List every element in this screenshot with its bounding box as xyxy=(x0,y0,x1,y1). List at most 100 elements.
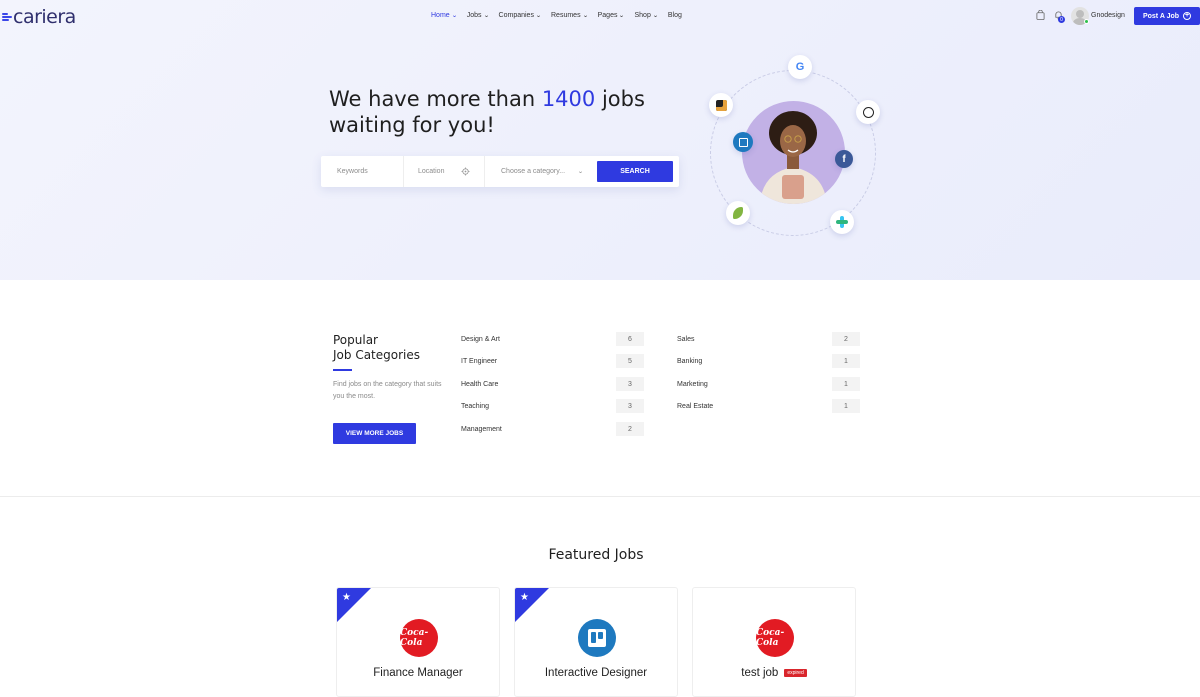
envato-icon xyxy=(726,201,750,225)
chevron-down-icon: ⌄ xyxy=(652,13,659,19)
categories-title-line1: Popular xyxy=(333,333,378,347)
category-count: 1 xyxy=(832,377,860,391)
title-underline xyxy=(333,369,352,371)
post-job-label: Post A Job xyxy=(1142,12,1180,20)
trello-logo xyxy=(578,619,616,657)
facebook-icon: f xyxy=(835,150,853,168)
notification-count-badge: 0 xyxy=(1058,16,1065,23)
categories-title: Popular Job Categories xyxy=(333,333,420,363)
expired-badge: expired xyxy=(784,669,807,677)
logo-text: cariera xyxy=(13,6,76,28)
site-header: cariera Home ⌄ Jobs ⌄ Companies ⌄ Resumes ⌄ … xyxy=(0,0,1200,32)
job-search-form: Keywords Location Choose a category... ⌄… xyxy=(321,156,679,187)
nav-label: Pages xyxy=(597,12,618,19)
nav-label: Jobs xyxy=(466,12,482,19)
star-icon: ★ xyxy=(520,592,529,603)
category-count: 2 xyxy=(616,422,644,436)
chevron-down-icon: ⌄ xyxy=(451,13,458,19)
job-card[interactable]: ★ Coca-Cola Finance Manager xyxy=(336,587,500,697)
category-count: 3 xyxy=(616,399,644,413)
chevron-down-icon: ⌄ xyxy=(618,13,626,19)
category-name: Management xyxy=(461,425,502,433)
location-placeholder: Location xyxy=(418,168,445,175)
locate-target-icon[interactable] xyxy=(461,167,470,176)
job-card[interactable]: ★ Interactive Designer xyxy=(514,587,678,697)
category-name: Real Estate xyxy=(677,402,714,410)
hero-job-count: 1400 xyxy=(541,87,596,111)
main-nav: Home ⌄ Jobs ⌄ Companies ⌄ Resumes ⌄ Pages ⌄ S… xyxy=(431,12,682,19)
job-title-text: Interactive Designer xyxy=(544,667,648,679)
logo[interactable]: cariera xyxy=(2,6,76,28)
nav-item-shop[interactable]: Shop ⌄ xyxy=(634,12,659,19)
hero-title-prefix: We have more than xyxy=(329,87,536,111)
nav-item-jobs[interactable]: Jobs ⌄ xyxy=(467,12,489,19)
github-icon xyxy=(856,100,880,124)
featured-jobs-title: Featured Jobs xyxy=(548,547,644,563)
category-count: 6 xyxy=(616,332,644,346)
online-status-dot xyxy=(1084,19,1089,24)
chevron-down-icon: ⌄ xyxy=(483,13,490,19)
category-item[interactable]: IT Engineer 5 xyxy=(461,354,644,368)
category-placeholder: Choose a category... xyxy=(501,168,566,175)
username[interactable]: Gnodesign xyxy=(1091,12,1125,19)
category-name: Marketing xyxy=(677,380,708,388)
plus-circle-icon: + xyxy=(1183,12,1192,20)
google-icon: G xyxy=(788,55,812,79)
category-item[interactable]: Sales 2 xyxy=(677,332,860,346)
hero-title-line2: waiting for you! xyxy=(329,113,495,137)
category-count: 1 xyxy=(832,354,860,368)
view-more-jobs-button[interactable]: VIEW MORE JOBS xyxy=(333,423,416,444)
trello-icon xyxy=(733,132,753,152)
job-title: Interactive Designer xyxy=(515,667,677,679)
keywords-placeholder: Keywords xyxy=(337,168,368,175)
category-item[interactable]: Health Care 3 xyxy=(461,377,644,391)
cart-icon[interactable] xyxy=(1036,10,1045,20)
category-item[interactable]: Real Estate 1 xyxy=(677,399,860,413)
category-select[interactable]: Choose a category... ⌄ xyxy=(485,156,597,187)
hero-portrait-image xyxy=(742,101,845,204)
category-name: Health Care xyxy=(461,380,499,388)
coca-cola-logo: Coca-Cola xyxy=(756,619,794,657)
category-item[interactable]: Teaching 3 xyxy=(461,399,644,413)
location-input[interactable]: Location xyxy=(404,156,485,187)
nav-label: Shop xyxy=(634,12,651,19)
chevron-down-icon: ⌄ xyxy=(535,13,542,19)
slack-icon xyxy=(830,210,854,234)
search-button[interactable]: SEARCH xyxy=(597,161,673,182)
category-item[interactable]: Management 2 xyxy=(461,422,644,436)
category-count: 2 xyxy=(832,332,860,346)
post-job-button[interactable]: Post A Job + xyxy=(1134,7,1200,25)
category-name: Design & Art xyxy=(461,335,500,343)
logo-mark-icon xyxy=(2,13,12,21)
nav-item-home[interactable]: Home ⌄ xyxy=(431,12,457,19)
category-name: IT Engineer xyxy=(461,357,498,365)
category-item[interactable]: Design & Art 6 xyxy=(461,332,644,346)
category-count: 1 xyxy=(832,399,860,413)
nav-label: Resumes xyxy=(551,12,581,19)
star-icon: ★ xyxy=(342,592,351,603)
category-count: 5 xyxy=(616,354,644,368)
job-title: test job expired xyxy=(693,667,855,679)
category-count: 3 xyxy=(616,377,644,391)
categories-description: Find jobs on the category that suits you… xyxy=(333,381,442,400)
hero-section xyxy=(0,0,1200,280)
nav-label: Home xyxy=(431,12,450,19)
nav-item-resumes[interactable]: Resumes ⌄ xyxy=(551,12,588,19)
job-title: Finance Manager xyxy=(337,667,499,679)
nav-item-blog[interactable]: Blog xyxy=(668,12,682,19)
job-title-text: Finance Manager xyxy=(373,667,463,679)
squarespace-icon xyxy=(709,93,733,117)
nav-item-companies[interactable]: Companies ⌄ xyxy=(499,12,542,19)
category-name: Sales xyxy=(677,335,695,343)
hero-title: We have more than 1400 jobs waiting for … xyxy=(329,86,649,138)
coca-cola-logo: Coca-Cola xyxy=(400,619,438,657)
job-card[interactable]: Coca-Cola test job expired xyxy=(692,587,856,697)
chevron-down-icon: ⌄ xyxy=(582,13,589,19)
keywords-input[interactable]: Keywords xyxy=(321,156,404,187)
category-item[interactable]: Marketing 1 xyxy=(677,377,860,391)
hero-title-suffix: jobs xyxy=(601,87,645,111)
category-item[interactable]: Banking 1 xyxy=(677,354,860,368)
nav-item-pages[interactable]: Pages ⌄ xyxy=(598,12,625,19)
nav-label: Blog xyxy=(667,12,682,19)
category-name: Teaching xyxy=(461,402,490,410)
